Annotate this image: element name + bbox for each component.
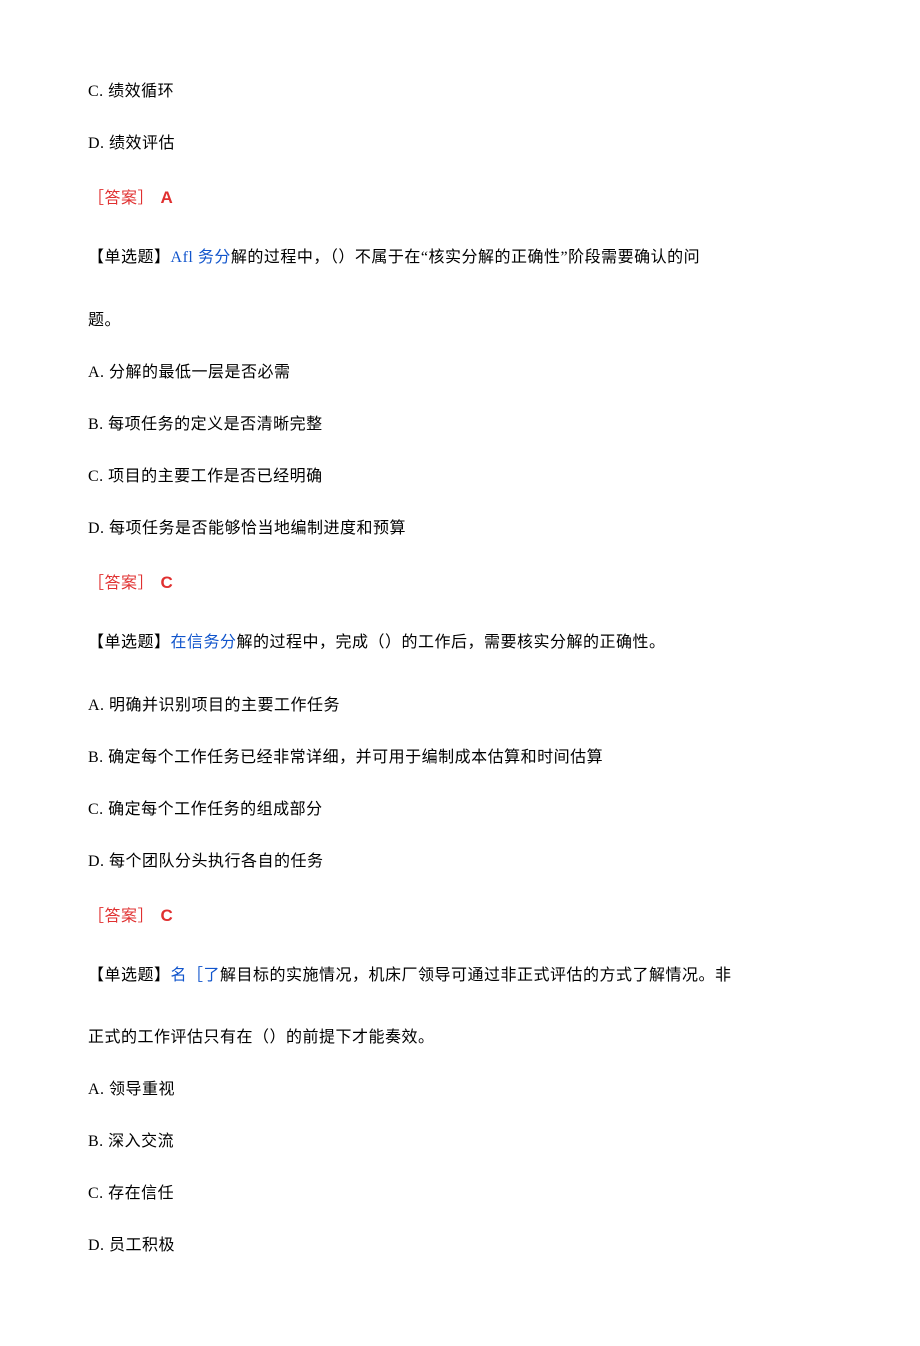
question-2: 【单选题】在信务分解的过程中，完成（）的工作后，需要核实分解的正确性。 A. 明… xyxy=(88,621,832,926)
answer-line: ［答案］ C xyxy=(88,902,832,926)
stem-text: 解目标的实施情况，机床厂领导可通过非正式评估的方式了解情况。非 xyxy=(220,967,732,984)
option-d: D. 每项任务是否能够恰当地编制进度和预算 xyxy=(88,517,832,541)
stem-blue-text: 名［了 xyxy=(171,967,221,984)
option-c: C. 确定每个工作任务的组成部分 xyxy=(88,798,832,822)
question-stem-cont: 正式的工作评估只有在（）的前提下才能奏效。 xyxy=(88,1026,832,1050)
option-a: A. 领导重视 xyxy=(88,1078,832,1102)
question-stem: 【单选题】在信务分解的过程中，完成（）的工作后，需要核实分解的正确性。 xyxy=(88,621,832,666)
question-stem-cont: 题。 xyxy=(88,309,832,333)
answer-value: C xyxy=(161,573,174,592)
question-type-prefix: 【单选题】 xyxy=(88,634,171,651)
document-page: C. 绩效循环 D. 绩效评估 ［答案］ A 【单选题】Afl 务分解的过程中，… xyxy=(0,0,920,1346)
stem-blue-text: Afl 务分 xyxy=(171,249,231,266)
question-stem: 【单选题】名［了解目标的实施情况，机床厂领导可通过非正式评估的方式了解情况。非 xyxy=(88,954,832,999)
question-type-prefix: 【单选题】 xyxy=(88,249,171,266)
option-c: C. 绩效循环 xyxy=(88,80,832,104)
answer-value: C xyxy=(161,906,174,925)
question-3: 【单选题】名［了解目标的实施情况，机床厂领导可通过非正式评估的方式了解情况。非 … xyxy=(88,954,832,1259)
question-stem: 【单选题】Afl 务分解的过程中，（）不属于在“核实分解的正确性”阶段需要确认的… xyxy=(88,236,832,281)
previous-question-tail: C. 绩效循环 D. 绩效评估 ［答案］ A xyxy=(88,80,832,208)
option-a: A. 分解的最低一层是否必需 xyxy=(88,361,832,385)
answer-line: ［答案］ A xyxy=(88,184,832,208)
stem-text: 解的过程中，完成（）的工作后，需要核实分解的正确性。 xyxy=(237,634,666,651)
option-d: D. 每个团队分头执行各自的任务 xyxy=(88,850,832,874)
answer-value: A xyxy=(161,188,174,207)
stem-text: 解的过程中，（）不属于在“核实分解的正确性”阶段需要确认的问 xyxy=(231,249,700,266)
answer-label: ［答案］ xyxy=(88,575,154,592)
option-b: B. 深入交流 xyxy=(88,1130,832,1154)
option-c: C. 项目的主要工作是否已经明确 xyxy=(88,465,832,489)
option-c: C. 存在信任 xyxy=(88,1182,832,1206)
option-d: D. 员工积极 xyxy=(88,1234,832,1258)
question-type-prefix: 【单选题】 xyxy=(88,967,171,984)
question-1: 【单选题】Afl 务分解的过程中，（）不属于在“核实分解的正确性”阶段需要确认的… xyxy=(88,236,832,593)
option-b: B. 确定每个工作任务已经非常详细，并可用于编制成本估算和时间估算 xyxy=(88,746,832,770)
answer-label: ［答案］ xyxy=(88,190,154,207)
option-d: D. 绩效评估 xyxy=(88,132,832,156)
option-a: A. 明确并识别项目的主要工作任务 xyxy=(88,694,832,718)
answer-line: ［答案］ C xyxy=(88,569,832,593)
stem-blue-text: 在信务分 xyxy=(171,634,237,651)
answer-label: ［答案］ xyxy=(88,908,154,925)
option-b: B. 每项任务的定义是否清晰完整 xyxy=(88,413,832,437)
